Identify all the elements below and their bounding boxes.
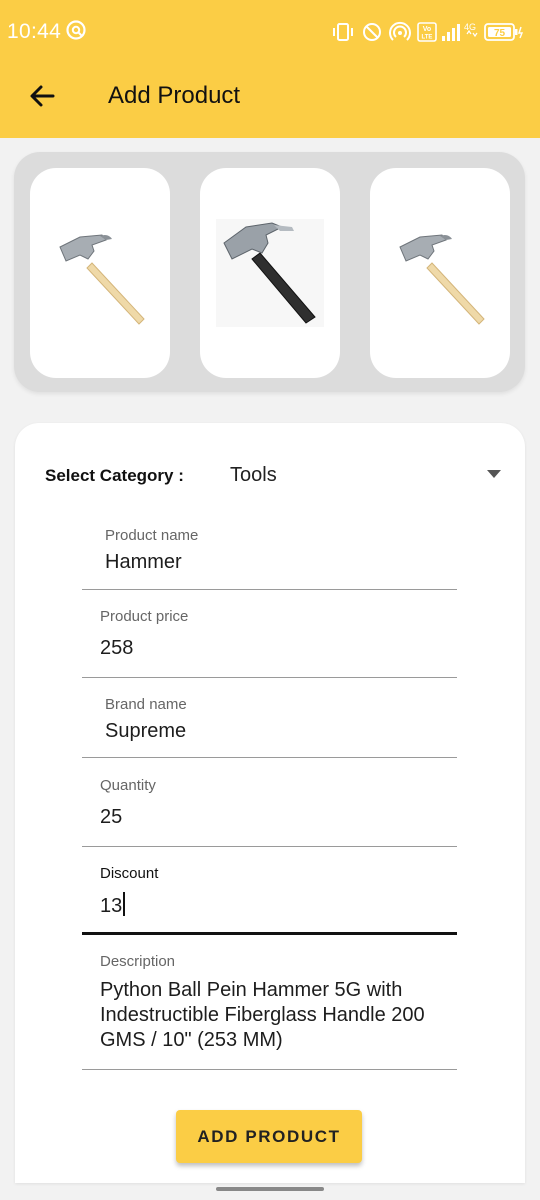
quantity-label: Quantity bbox=[100, 777, 156, 794]
battery-icon: 75 bbox=[484, 23, 524, 41]
page-title: Add Product bbox=[108, 82, 241, 109]
product-name-value: Hammer bbox=[105, 551, 182, 573]
brand-name-label: Brand name bbox=[105, 696, 187, 713]
product-image-2[interactable] bbox=[200, 168, 340, 378]
description-value: Python Ball Pein Hammer 5G with Indestru… bbox=[100, 979, 425, 1051]
discount-label: Discount bbox=[100, 865, 159, 882]
product-image-1[interactable] bbox=[30, 168, 170, 378]
description-label: Description bbox=[100, 953, 176, 970]
brand-name-underline bbox=[82, 757, 457, 758]
status-bar: 10:44 Vo LTE 4G 75 bbox=[0, 0, 540, 64]
description-underline bbox=[82, 1069, 457, 1070]
volte-icon: Vo LTE bbox=[417, 22, 437, 42]
brand-name-value: Supreme bbox=[105, 720, 187, 742]
product-images-strip bbox=[14, 152, 525, 392]
text-cursor bbox=[123, 892, 126, 916]
product-name-field[interactable]: Product name Hammer bbox=[82, 523, 457, 591]
back-button[interactable] bbox=[24, 78, 60, 114]
product-price-label: Product price bbox=[100, 608, 189, 625]
category-dropdown[interactable]: Tools bbox=[215, 453, 515, 497]
signal-icon: 4G bbox=[442, 22, 478, 41]
description-field[interactable]: Description Python Ball Pein Hammer 5G w… bbox=[82, 948, 457, 1072]
hammer-image bbox=[399, 234, 485, 325]
product-name-underline bbox=[82, 589, 457, 590]
svg-text:LTE: LTE bbox=[422, 35, 433, 41]
do-not-disturb-icon bbox=[363, 23, 381, 41]
product-price-value: 258 bbox=[100, 637, 134, 659]
product-image-3[interactable] bbox=[370, 168, 510, 378]
app-bar: 10:44 Vo LTE 4G 75 Add Product bbox=[0, 0, 540, 138]
svg-text:Vo: Vo bbox=[423, 26, 431, 33]
arrow-left-icon bbox=[30, 85, 55, 107]
add-product-button[interactable]: ADD PRODUCT bbox=[176, 1110, 362, 1163]
product-price-underline bbox=[82, 677, 457, 678]
dropdown-arrow-icon bbox=[487, 470, 501, 478]
vibrate-icon bbox=[333, 23, 353, 41]
quantity-field[interactable]: Quantity 25 bbox=[82, 772, 457, 848]
status-time: 10:44 bbox=[7, 20, 62, 43]
quantity-underline bbox=[82, 846, 457, 847]
hotspot-icon bbox=[389, 21, 411, 41]
discount-value: 13 bbox=[100, 895, 123, 917]
category-label: Select Category : bbox=[45, 466, 184, 485]
quantity-value: 25 bbox=[100, 806, 123, 828]
product-form: Select Category : Tools Product name Ham… bbox=[15, 423, 525, 1183]
hammer-image bbox=[59, 234, 145, 325]
product-name-label: Product name bbox=[105, 527, 199, 544]
product-price-field[interactable]: Product price 258 bbox=[82, 603, 457, 679]
gesture-nav-handle[interactable] bbox=[216, 1187, 324, 1191]
app-notification-icon bbox=[66, 20, 86, 40]
hammer-image bbox=[216, 219, 324, 327]
discount-input: 13 bbox=[100, 892, 126, 918]
battery-level: 75 bbox=[494, 28, 506, 39]
category-value: Tools bbox=[230, 464, 277, 486]
discount-underline bbox=[82, 932, 457, 935]
brand-name-field[interactable]: Brand name Supreme bbox=[82, 691, 457, 759]
discount-field[interactable]: Discount 13 bbox=[82, 860, 457, 936]
network-type: 4G bbox=[464, 22, 476, 32]
